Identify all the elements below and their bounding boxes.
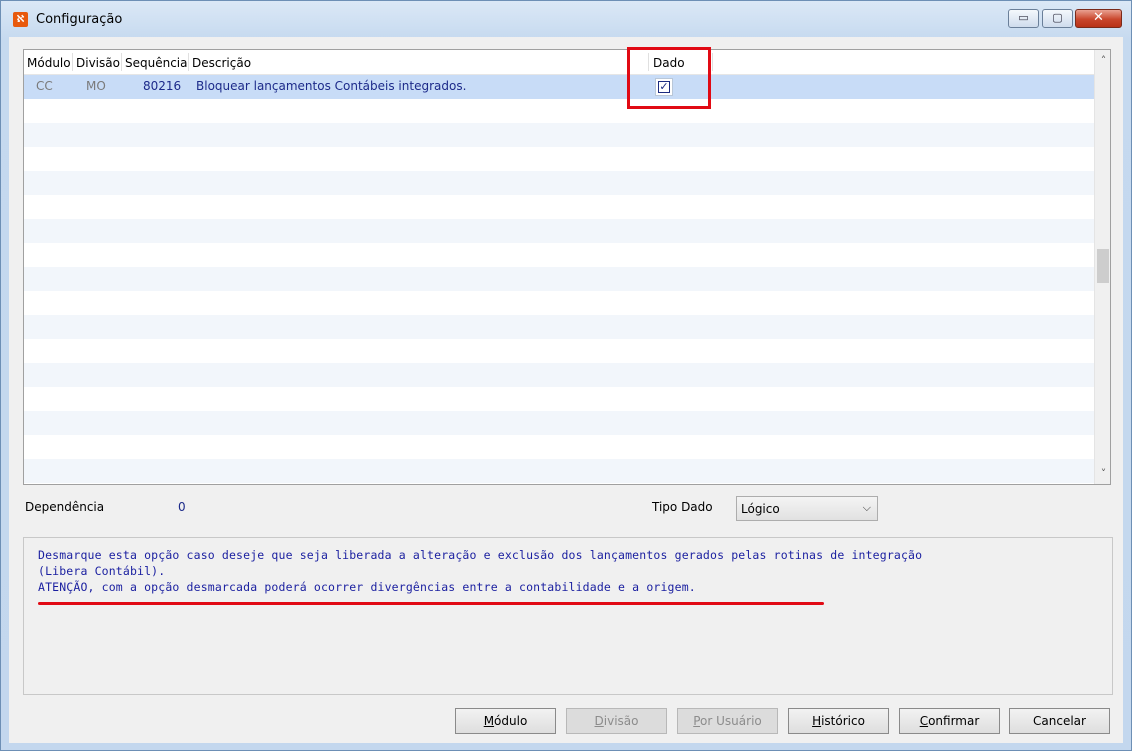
table-row[interactable] — [24, 339, 1094, 363]
empty-rows — [24, 99, 1094, 483]
client-area: Módulo Divisão Sequência Descrição Dado … — [9, 37, 1123, 743]
tipo-dado-select[interactable]: Lógico ⌵ — [736, 496, 878, 521]
attention-underline — [38, 602, 824, 605]
configuracao-window: ℵ Configuração ▭ ▢ ✕ Módulo Divisão Sequ… — [0, 0, 1132, 751]
historico-button[interactable]: Histórico — [788, 708, 889, 734]
modulo-label: ódulo — [494, 714, 528, 728]
cancelar-button[interactable]: Cancelar — [1009, 708, 1110, 734]
cell-descricao: Bloquear lançamentos Contábeis integrado… — [196, 79, 467, 93]
divisao-accel: D — [594, 714, 604, 728]
table-row[interactable]: CC MO 80216 Bloquear lançamentos Contábe… — [24, 75, 1094, 99]
cell-modulo: CC — [36, 79, 53, 93]
table-row[interactable] — [24, 363, 1094, 387]
historico-label: istórico — [821, 714, 865, 728]
column-separator — [121, 53, 122, 71]
confirmar-accel: C — [919, 714, 929, 728]
cell-divisao: MO — [86, 79, 106, 93]
column-separator — [72, 53, 73, 71]
por-usuario-button[interactable]: Por Usuário — [677, 708, 778, 734]
divisao-label: ivisão — [603, 714, 639, 728]
dependencia-label: Dependência — [25, 500, 105, 514]
column-header-dado[interactable]: Dado — [653, 56, 685, 70]
table-row[interactable] — [24, 99, 1094, 123]
table-row[interactable] — [24, 291, 1094, 315]
table-row[interactable] — [24, 315, 1094, 339]
table-row[interactable] — [24, 387, 1094, 411]
app-logo-icon: ℵ — [13, 12, 28, 27]
grid-header: Módulo Divisão Sequência Descrição Dado — [24, 50, 1094, 75]
memo-line-3: ATENÇÃO, com a opção desmarcada poderá o… — [38, 580, 696, 594]
table-row[interactable] — [24, 123, 1094, 147]
window-title: Configuração — [36, 12, 123, 27]
column-separator — [648, 53, 649, 71]
modulo-accel: M — [483, 714, 495, 728]
chevron-down-icon: ⌵ — [862, 501, 871, 514]
table-row[interactable] — [24, 411, 1094, 435]
scrollbar-thumb[interactable] — [1097, 249, 1109, 283]
table-row[interactable] — [24, 435, 1094, 459]
config-grid[interactable]: Módulo Divisão Sequência Descrição Dado … — [23, 49, 1111, 485]
historico-accel: H — [812, 714, 822, 728]
table-row[interactable] — [24, 195, 1094, 219]
table-row[interactable] — [24, 219, 1094, 243]
por-usuario-label: or Usuário — [700, 714, 762, 728]
table-row[interactable] — [24, 267, 1094, 291]
column-separator — [188, 53, 189, 71]
cell-sequencia: 80216 — [143, 79, 182, 93]
tipo-dado-value: Lógico — [741, 502, 780, 516]
memo-line-2: (Libera Contábil). — [38, 564, 166, 578]
column-separator — [712, 53, 713, 71]
column-header-modulo[interactable]: Módulo — [27, 56, 71, 70]
check-mark-icon: ✓ — [658, 80, 670, 93]
table-row[interactable] — [24, 147, 1094, 171]
tipo-dado-label: Tipo Dado — [652, 500, 713, 514]
dependencia-value: 0 — [178, 500, 186, 514]
confirmar-label: onfirmar — [928, 714, 980, 728]
maximize-button[interactable]: ▢ — [1042, 9, 1073, 28]
column-header-descricao[interactable]: Descrição — [192, 56, 251, 70]
vertical-scrollbar[interactable]: ˄ ˅ — [1094, 50, 1110, 484]
chevron-down-icon[interactable]: ˅ — [1095, 465, 1110, 482]
table-row[interactable] — [24, 171, 1094, 195]
column-header-divisao[interactable]: Divisão — [76, 56, 120, 70]
table-row[interactable] — [24, 459, 1094, 483]
close-button[interactable]: ✕ — [1075, 9, 1122, 28]
dado-checkbox[interactable]: ✓ — [655, 78, 673, 96]
title-bar[interactable]: ℵ Configuração ▭ ▢ ✕ — [1, 1, 1131, 37]
table-row[interactable] — [24, 243, 1094, 267]
grid-rows: CC MO 80216 Bloquear lançamentos Contábe… — [24, 75, 1094, 483]
column-header-sequencia[interactable]: Sequência — [125, 56, 188, 70]
modulo-button[interactable]: Módulo — [455, 708, 556, 734]
confirmar-button[interactable]: Confirmar — [899, 708, 1000, 734]
memo-line-1: Desmarque esta opção caso deseje que sej… — [38, 548, 923, 562]
chevron-up-icon[interactable]: ˄ — [1095, 52, 1110, 69]
divisao-button[interactable]: Divisão — [566, 708, 667, 734]
minimize-button[interactable]: ▭ — [1008, 9, 1039, 28]
help-memo[interactable]: Desmarque esta opção caso deseje que sej… — [23, 537, 1113, 695]
